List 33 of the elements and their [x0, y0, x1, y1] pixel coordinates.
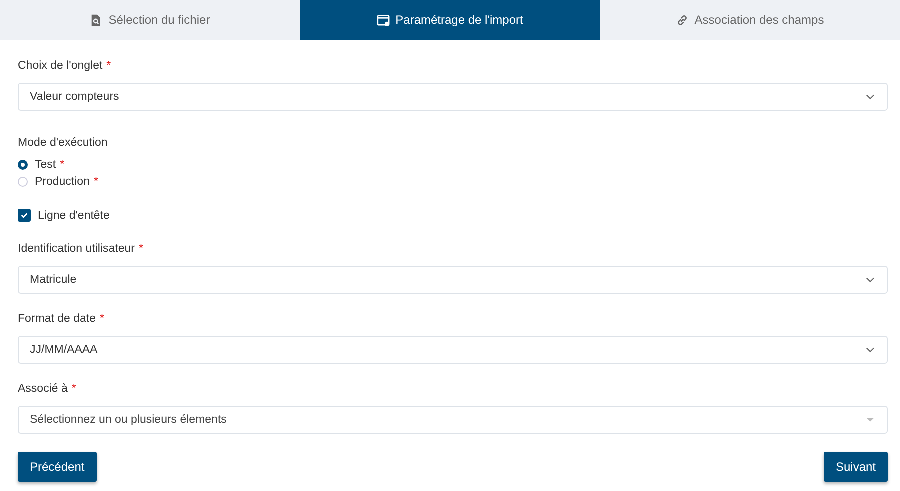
checkbox-label: Ligne d'entête — [38, 210, 110, 222]
file-search-icon — [90, 14, 103, 26]
field-label: Choix de l'onglet — [18, 60, 103, 72]
window-gear-icon — [376, 14, 390, 26]
field-label: Identification utilisateur — [18, 243, 135, 255]
tab[interactable]: Association des champs — [600, 0, 900, 40]
nav-button[interactable]: Précédent — [18, 452, 97, 482]
option-label: Production — [35, 176, 90, 188]
required-mark: * — [60, 158, 65, 170]
tab[interactable]: Sélection du fichier — [0, 0, 300, 40]
field-label: Format de date — [18, 313, 96, 325]
dropdown-field[interactable]: Valeur compteurs — [18, 83, 888, 111]
chevron-icon — [866, 347, 875, 353]
dropdown-field[interactable]: Matricule — [18, 266, 888, 294]
nav-button[interactable]: Suivant — [824, 452, 888, 482]
link-icon — [676, 14, 689, 26]
required-mark: * — [72, 383, 76, 395]
dropdown-field[interactable]: JJ/MM/AAAA — [18, 336, 888, 364]
chevron-icon — [866, 94, 875, 100]
required-mark: * — [106, 60, 112, 72]
check-icon — [20, 211, 29, 220]
checkbox[interactable] — [18, 209, 31, 222]
caret-icon — [866, 417, 875, 423]
tab[interactable]: Paramétrage de l'import — [300, 0, 600, 40]
required-mark: * — [138, 243, 144, 255]
required-mark: * — [100, 313, 104, 325]
required-mark: * — [94, 176, 98, 188]
radio-button[interactable] — [18, 160, 28, 170]
option-label: Test — [35, 158, 56, 170]
chevron-icon — [866, 277, 875, 283]
field-label: Associé à — [18, 383, 68, 395]
field-label: Mode d'exécution — [18, 137, 109, 151]
dropdown-field[interactable]: Sélectionnez un ou plusieurs élements — [18, 406, 888, 434]
